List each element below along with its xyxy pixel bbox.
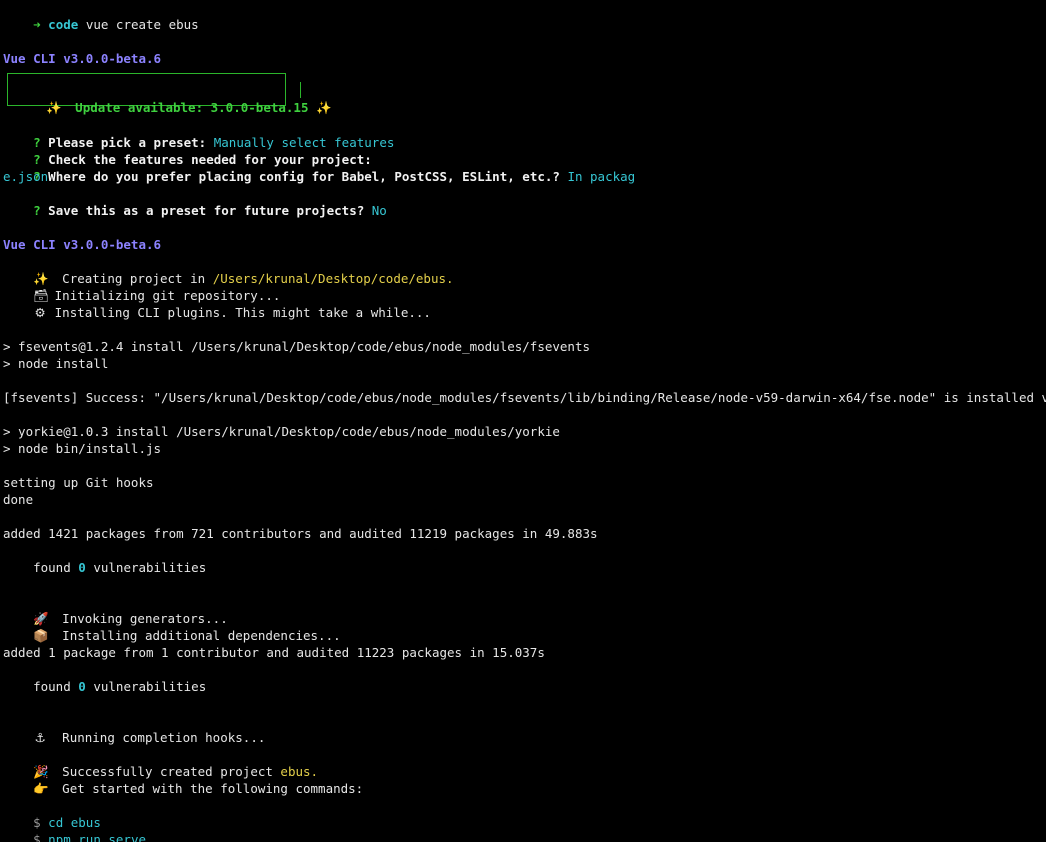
prompt-preset: ? Please pick a preset: Manually select … bbox=[3, 117, 394, 150]
vulnerability-count: 0 bbox=[78, 560, 86, 575]
success-line: 🎉 Successfully created project ebus. bbox=[3, 746, 318, 779]
fsevents-node-line: > node install bbox=[3, 356, 109, 371]
added-packages-line: added 1 package from 1 contributor and a… bbox=[3, 645, 545, 660]
package-icon: 📦 bbox=[33, 628, 49, 643]
completion-hooks-line: ⚓ Running completion hooks... bbox=[3, 712, 266, 745]
prompt-answer: In packag bbox=[567, 169, 636, 184]
found-suffix: vulnerabilities bbox=[93, 560, 207, 575]
vulnerability-count: 0 bbox=[78, 679, 86, 694]
prompt-answer: No bbox=[371, 203, 387, 218]
invoking-generators-line: 🚀 Invoking generators... bbox=[3, 593, 228, 626]
get-started-line: 👉 Get started with the following command… bbox=[3, 763, 363, 796]
command-line: ➜ code vue create ebus bbox=[3, 0, 199, 32]
anchor-icon: ⚓ bbox=[34, 730, 46, 745]
command-serve: $ npm run serve bbox=[3, 814, 146, 842]
fsevents-success-line: [fsevents] Success: "/Users/krunal/Deskt… bbox=[3, 390, 1046, 405]
get-started-text: Get started with the following commands: bbox=[62, 781, 364, 796]
prompt-question: Save this as a preset for future project… bbox=[48, 203, 365, 218]
completion-hooks-text: Running completion hooks... bbox=[62, 730, 266, 745]
command-cd: $ cd ebus bbox=[3, 797, 101, 830]
prompt-directory: code bbox=[48, 17, 79, 32]
dollar-sign: $ bbox=[33, 832, 41, 842]
installing-dependencies-line: 📦 Installing additional dependencies... bbox=[3, 610, 341, 643]
question-mark: ? bbox=[33, 203, 41, 218]
gear-icon: ⚙ bbox=[34, 305, 46, 320]
done-line: done bbox=[3, 492, 34, 507]
found-prefix: found bbox=[33, 560, 71, 575]
added-packages-line: added 1421 packages from 721 contributor… bbox=[3, 526, 598, 541]
creating-project-line: ✨ Creating project in /Users/krunal/Desk… bbox=[3, 253, 453, 286]
vue-cli-version-header: Vue CLI v3.0.0-beta.6 bbox=[3, 51, 162, 66]
prompt-config: ? Where do you prefer placing config for… bbox=[3, 151, 635, 184]
update-notice-text: Update available: 3.0.0-beta.15 bbox=[75, 100, 309, 115]
suggested-command[interactable]: npm run serve bbox=[48, 832, 146, 842]
sparkles-icon: ✨ bbox=[46, 100, 62, 115]
git-hooks-line: setting up Git hooks bbox=[3, 475, 154, 490]
prompt-save-preset: ? Save this as a preset for future proje… bbox=[3, 185, 387, 218]
install-plugins-line: ⚙ Installing CLI plugins. This might tak… bbox=[3, 287, 431, 320]
install-plugins-text: Installing CLI plugins. This might take … bbox=[54, 305, 431, 320]
found-prefix: found bbox=[33, 679, 71, 694]
prompt-features: ? Check the features needed for your pro… bbox=[3, 134, 372, 167]
prompt-answer-wrap: e.json bbox=[3, 169, 49, 184]
prompt-arrow-icon: ➜ bbox=[33, 17, 41, 32]
yorkie-install-line: > yorkie@1.0.3 install /Users/krunal/Des… bbox=[3, 424, 560, 439]
found-suffix: vulnerabilities bbox=[93, 679, 207, 694]
init-git-line: 🗃 Initializing git repository... bbox=[3, 270, 280, 303]
terminal-window[interactable]: ➜ code vue create ebus Vue CLI v3.0.0-be… bbox=[0, 0, 1046, 842]
update-notice: ✨ Update available: 3.0.0-beta.15 ✨ bbox=[16, 82, 331, 115]
fsevents-install-line: > fsevents@1.2.4 install /Users/krunal/D… bbox=[3, 339, 590, 354]
installing-deps-text: Installing additional dependencies... bbox=[62, 628, 341, 643]
vue-cli-version-header: Vue CLI v3.0.0-beta.6 bbox=[3, 237, 162, 252]
vulnerabilities-line: found 0 vulnerabilities bbox=[3, 661, 206, 694]
command-text: vue create ebus bbox=[85, 17, 199, 32]
vulnerabilities-line: found 0 vulnerabilities bbox=[3, 542, 206, 575]
yorkie-node-line: > node bin/install.js bbox=[3, 441, 162, 456]
pointing-hand-icon: 👉 bbox=[33, 781, 49, 796]
sparkles-icon: ✨ bbox=[316, 100, 332, 115]
prompt-question: Where do you prefer placing config for B… bbox=[48, 169, 560, 184]
